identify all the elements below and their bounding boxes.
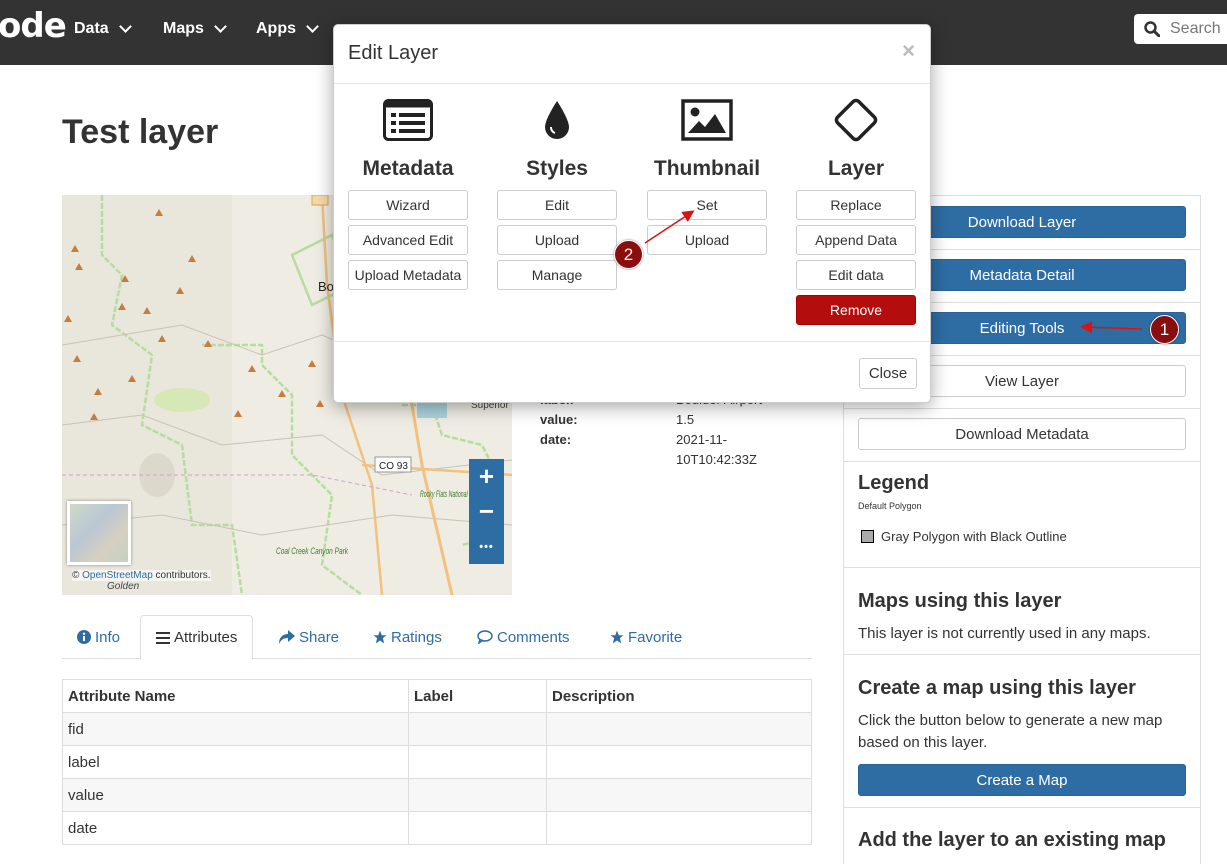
arrow-to-set-thumbnail (644, 210, 695, 244)
arrow-to-editing-tools (1080, 321, 1143, 334)
annotation-arrows (644, 210, 1143, 334)
callout-marker-1: 1 (1150, 315, 1179, 344)
callout-marker-2: 2 (614, 240, 643, 269)
